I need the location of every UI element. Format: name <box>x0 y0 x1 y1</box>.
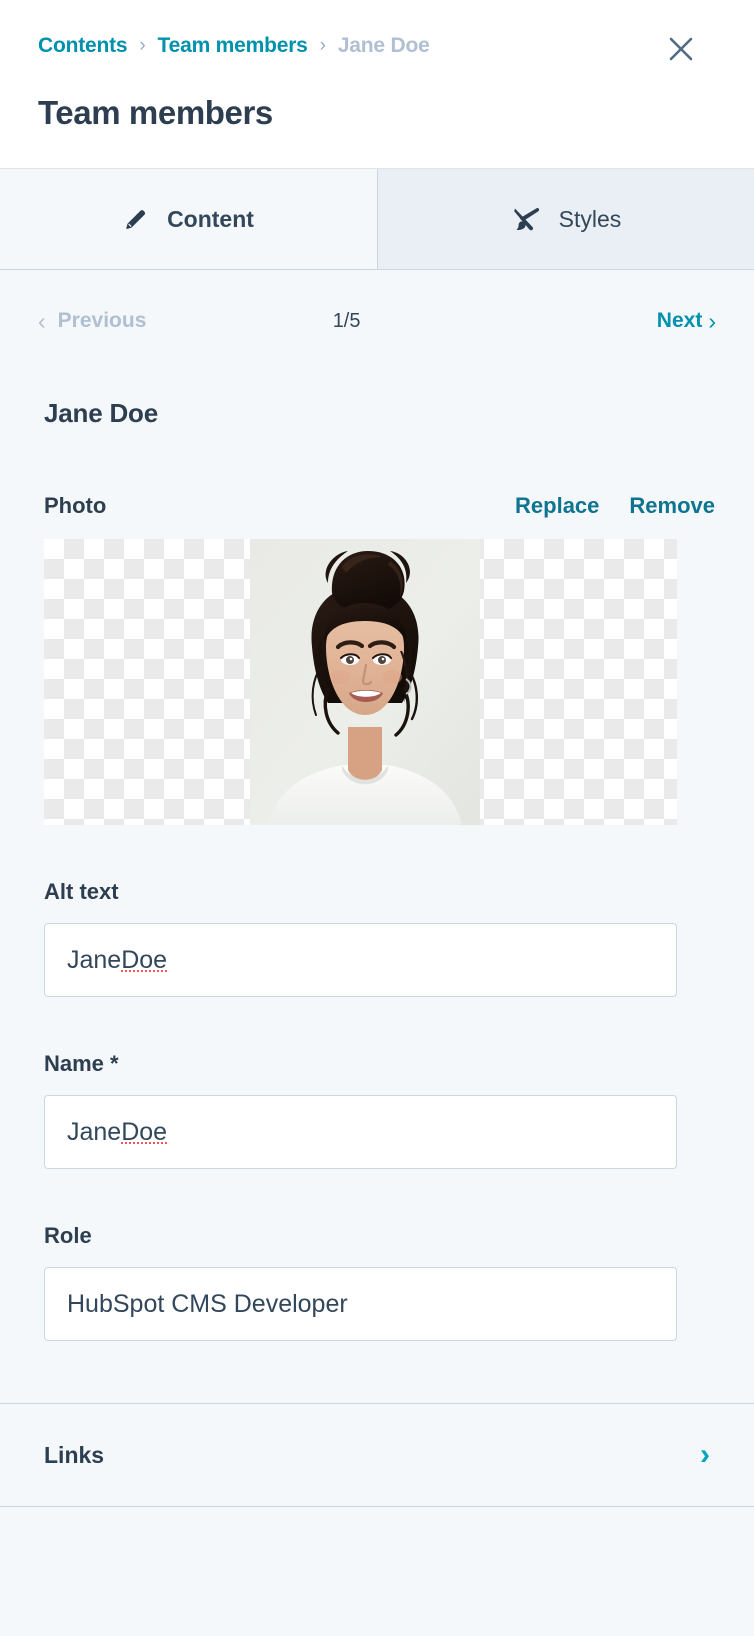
field-role: Role HubSpot CMS Developer <box>38 1223 716 1341</box>
tab-content[interactable]: Content <box>0 169 377 269</box>
chevron-right-icon: › <box>708 307 716 334</box>
page-title: Team members <box>38 94 273 131</box>
next-label: Next <box>656 309 703 332</box>
tab-bar: Content Styles <box>0 168 754 270</box>
pager-count: 1/5 <box>332 309 361 332</box>
role-value: HubSpot CMS Developer <box>67 1289 348 1318</box>
remove-photo-button[interactable]: Remove <box>629 493 715 519</box>
field-name: Name * Jane Doe <box>38 1051 716 1169</box>
panel-body: ‹ Previous 1/5 Next › Jane Doe Photo Rep… <box>0 270 754 1341</box>
tab-styles-label: Styles <box>558 205 622 232</box>
links-section-spacer <box>0 1507 754 1533</box>
name-value-misspelled: Doe <box>121 1117 168 1146</box>
tab-content-label: Content <box>167 205 254 232</box>
previous-button[interactable]: ‹ Previous <box>38 309 146 333</box>
chevron-left-icon: ‹ <box>38 307 46 334</box>
photo-thumbnail[interactable] <box>250 539 480 825</box>
field-label-alt-text: Alt text <box>44 879 119 904</box>
item-pager: ‹ Previous 1/5 Next › <box>38 270 716 360</box>
breadcrumb: Contents › Team members › Jane Doe <box>38 34 716 58</box>
field-alt-text: Alt text Jane Doe <box>38 879 716 997</box>
paintbrush-icon <box>511 205 541 233</box>
field-label-name: Name * <box>44 1051 119 1076</box>
photo-preview-canvas[interactable] <box>44 539 677 825</box>
chevron-right-icon[interactable]: › <box>700 1440 710 1470</box>
breadcrumb-separator: › <box>319 35 326 56</box>
links-section: Links › <box>0 1403 754 1533</box>
role-input[interactable]: HubSpot CMS Developer <box>44 1267 677 1341</box>
links-accordion-row[interactable]: Links › <box>0 1403 754 1507</box>
previous-label: Previous <box>57 309 147 332</box>
links-label: Links <box>44 1441 105 1468</box>
breadcrumb-separator: › <box>139 35 146 56</box>
alt-text-value-ok: Jane <box>67 945 122 974</box>
photo-field-header: Photo Replace Remove <box>44 493 716 519</box>
breadcrumb-item-current: Jane Doe <box>337 34 430 57</box>
alt-text-input[interactable]: Jane Doe <box>44 923 677 997</box>
photo-actions: Replace Remove <box>515 493 715 519</box>
replace-photo-button[interactable]: Replace <box>515 493 599 519</box>
breadcrumb-item-team-members[interactable]: Team members <box>158 34 308 58</box>
panel-header: Contents › Team members › Jane Doe Team … <box>0 0 754 168</box>
photo-field: Photo Replace Remove <box>38 493 716 825</box>
module-editor-panel: Contents › Team members › Jane Doe Team … <box>0 0 754 1636</box>
field-label-role: Role <box>44 1223 92 1248</box>
breadcrumb-item-contents[interactable]: Contents <box>38 34 128 58</box>
alt-text-value-misspelled: Doe <box>121 945 168 974</box>
pencil-icon <box>123 206 149 232</box>
name-input[interactable]: Jane Doe <box>44 1095 677 1169</box>
name-value-ok: Jane <box>67 1117 122 1146</box>
member-name-heading: Jane Doe <box>44 398 159 428</box>
photo-label: Photo <box>44 493 107 518</box>
close-icon[interactable] <box>666 34 696 64</box>
tab-styles[interactable]: Styles <box>377 169 754 269</box>
next-button[interactable]: Next › <box>657 309 716 333</box>
